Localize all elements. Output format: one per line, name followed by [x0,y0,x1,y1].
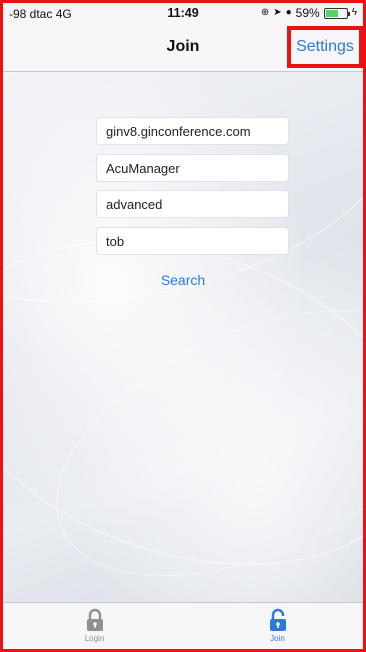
navigation-bar: Join Settings [3,25,363,72]
join-form-area: ginv8.ginconference.com AcuManager advan… [3,72,363,603]
tab-login-label: Login [84,634,105,643]
status-icons: ⊕ ➤ ● 59% ϟ [261,6,357,20]
alarm-icon: ● [285,7,292,18]
orientation-lock-icon: ⊕ [260,7,270,18]
battery-tip [347,11,350,16]
settings-button[interactable]: Settings [287,26,363,68]
tab-join[interactable]: Join [186,603,363,649]
search-button[interactable]: Search [3,272,363,288]
battery-fill [325,9,338,17]
unlock-icon [269,608,286,631]
phone-frame: -98 dtac 4G 11:49 ⊕ ➤ ● 59% ϟ Join Setti… [0,0,366,652]
lock-icon [86,608,103,631]
battery-percent: 59% [295,6,320,20]
user-field[interactable]: tob [96,227,289,255]
charging-icon: ϟ [351,7,357,18]
tab-join-label: Join [270,634,285,643]
server-field[interactable]: ginv8.ginconference.com [96,117,289,145]
tab-login[interactable]: Login [3,603,186,649]
application-field[interactable]: AcuManager [96,154,289,182]
location-arrow-icon: ➤ [273,7,282,18]
tab-bar: Login Join [3,602,363,649]
mode-field[interactable]: advanced [96,190,289,218]
status-bar: -98 dtac 4G 11:49 ⊕ ➤ ● 59% ϟ [3,3,363,25]
battery-icon [323,7,350,19]
